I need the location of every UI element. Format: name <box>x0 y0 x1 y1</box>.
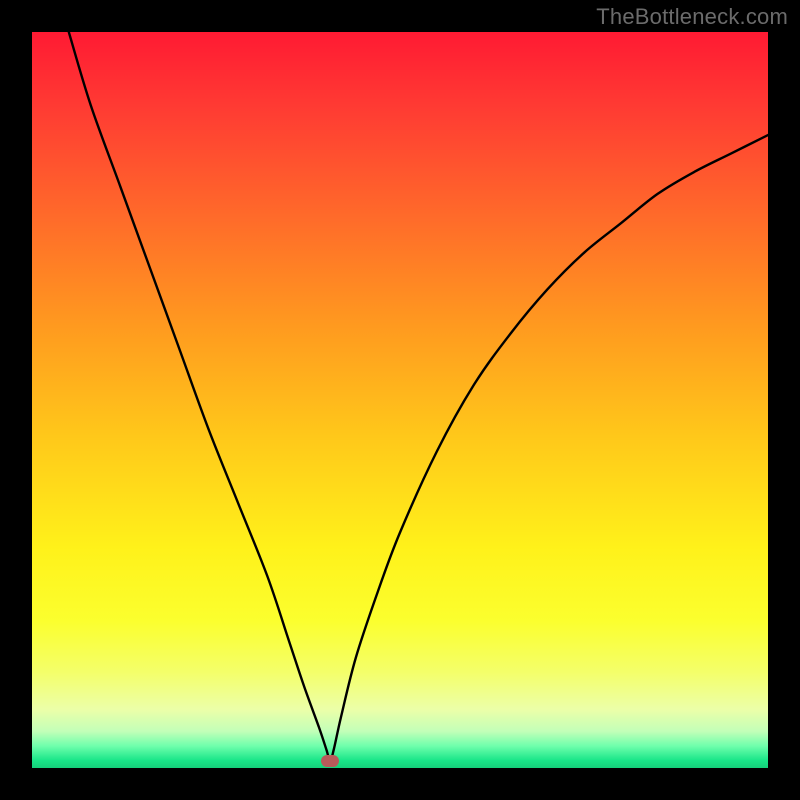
plot-area <box>32 32 768 768</box>
chart-frame: TheBottleneck.com <box>0 0 800 800</box>
minimum-marker <box>321 755 339 767</box>
bottleneck-curve <box>32 32 768 768</box>
watermark-text: TheBottleneck.com <box>596 4 788 30</box>
